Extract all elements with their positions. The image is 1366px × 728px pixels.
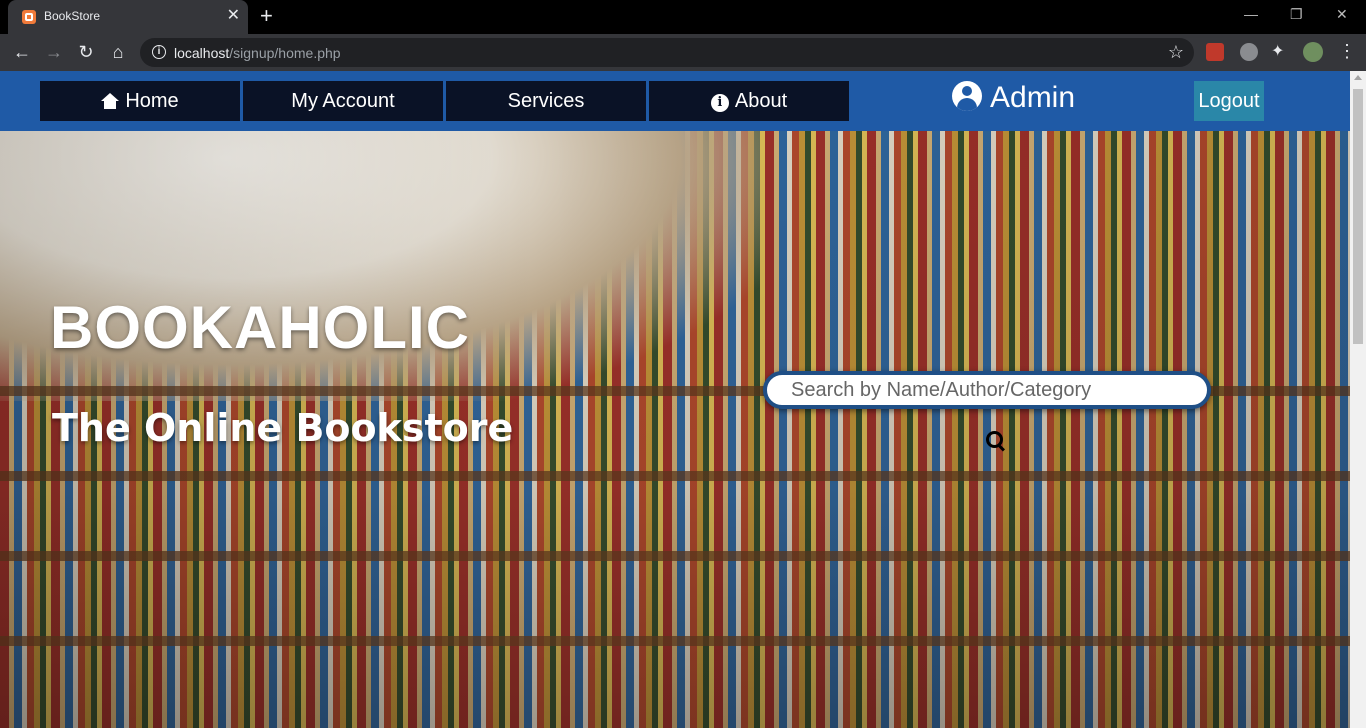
home-icon: [101, 93, 120, 109]
search-box[interactable]: [763, 371, 1211, 409]
tab-title: BookStore: [44, 9, 101, 23]
top-navbar: Home My Account Services i About Admin Lo…: [0, 71, 1350, 131]
nav-home-label: Home: [125, 90, 179, 112]
nav-services[interactable]: Services: [446, 81, 646, 121]
nav-home[interactable]: Home: [40, 81, 240, 121]
browser-toolbar: ← → ↻ ⌂ i localhost/signup/home.php ☆ ✦ …: [0, 34, 1366, 71]
scroll-up-arrow-icon[interactable]: [1354, 75, 1362, 80]
new-tab-button[interactable]: +: [260, 5, 273, 27]
nav-services-label: Services: [507, 90, 585, 112]
browser-tab-strip: BookStore ✕ + — ❐ ✕: [0, 0, 1366, 34]
nav-about[interactable]: i About: [649, 81, 849, 121]
extension-badge-icon[interactable]: [1240, 43, 1258, 61]
url-path: /signup/home.php: [229, 45, 341, 61]
nav-about-label: About: [734, 90, 788, 112]
search-icon[interactable]: [984, 429, 1008, 453]
menu-icon[interactable]: ⋮: [1338, 41, 1356, 62]
scroll-thumb[interactable]: [1353, 89, 1363, 344]
admin-user[interactable]: Admin: [952, 81, 1075, 115]
profile-avatar[interactable]: [1303, 42, 1323, 62]
admin-label: Admin: [990, 81, 1076, 114]
nav-my-account[interactable]: My Account: [243, 81, 443, 121]
back-icon[interactable]: ←: [10, 40, 34, 64]
xampp-favicon-icon: [22, 10, 36, 24]
home-icon[interactable]: ⌂: [106, 40, 130, 64]
user-circle-icon: [952, 81, 982, 111]
bookmark-star-icon[interactable]: ☆: [1168, 42, 1184, 63]
search-input[interactable]: [767, 375, 1207, 405]
reload-icon[interactable]: ↻: [74, 40, 98, 64]
extension-icon[interactable]: [1206, 43, 1224, 61]
site-info-icon[interactable]: i: [152, 45, 166, 59]
page: Home My Account Services i About Admin Lo…: [0, 71, 1350, 728]
forward-icon[interactable]: →: [42, 40, 66, 64]
url-host: localhost: [174, 45, 230, 61]
nav-my-account-label: My Account: [291, 90, 395, 112]
brand-tagline: The Online Bookstore: [52, 406, 514, 450]
page-scrollbar[interactable]: [1350, 71, 1366, 728]
address-bar[interactable]: i localhost/signup/home.php ☆: [140, 38, 1194, 67]
close-window-button[interactable]: ✕: [1336, 6, 1348, 23]
brand-title: BOOKAHOLIC: [50, 294, 470, 361]
url-text[interactable]: localhost/signup/home.php: [174, 45, 341, 61]
tab-close-icon[interactable]: ✕: [227, 7, 240, 25]
restore-window-button[interactable]: ❐: [1290, 6, 1303, 23]
info-circle-icon: i: [710, 94, 729, 112]
minimize-window-button[interactable]: —: [1244, 6, 1258, 22]
puzzle-icon[interactable]: ✦: [1271, 43, 1289, 61]
browser-tab[interactable]: BookStore ✕: [8, 0, 248, 34]
logout-button[interactable]: Logout: [1194, 81, 1264, 121]
